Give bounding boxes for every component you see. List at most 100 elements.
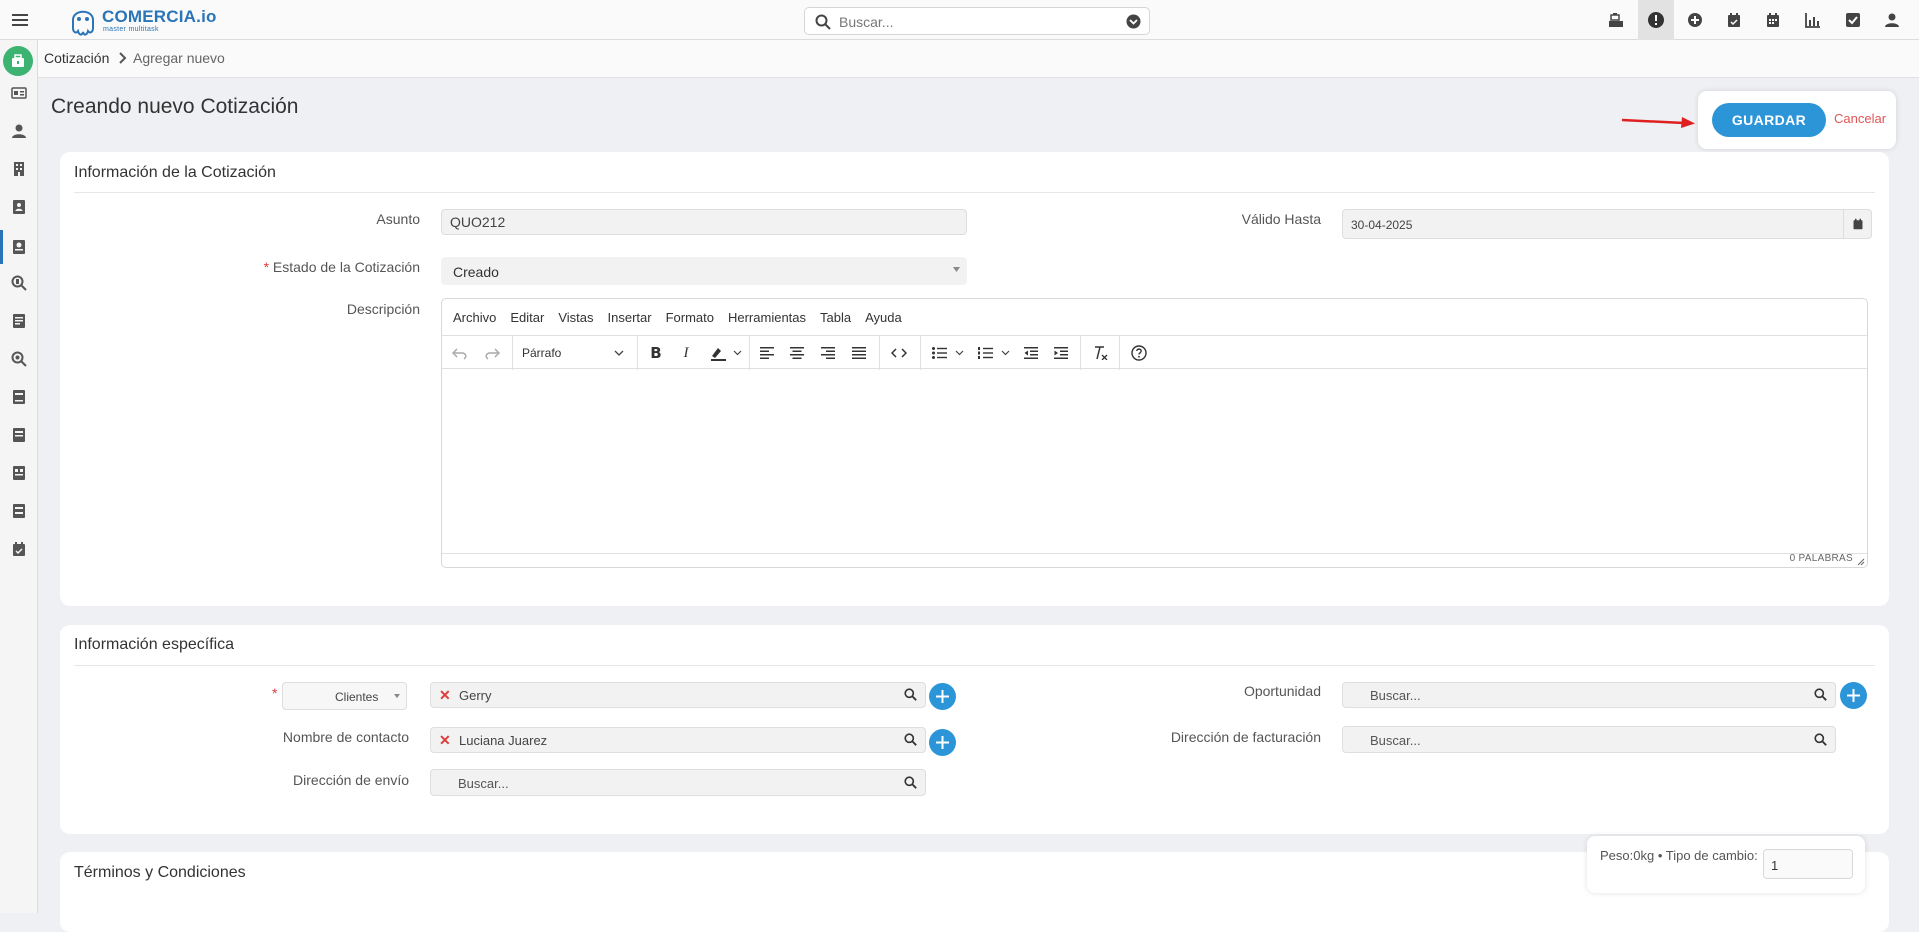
menu-formato[interactable]: Formato [666,310,714,325]
calendar-icon[interactable] [1762,9,1784,31]
toolbar-separator [1080,336,1081,370]
cash-register-icon[interactable] [1605,9,1627,31]
brand-logo[interactable]: COMERCIA.io master multitask [66,2,226,38]
calendar-check-icon[interactable] [1723,9,1745,31]
panel-divider [74,665,1875,666]
global-search-input[interactable]: Buscar... [804,7,1150,35]
calendar-icon[interactable] [1843,210,1871,238]
menu-insertar[interactable]: Insertar [608,310,652,325]
outdent-icon[interactable] [1021,342,1041,364]
sidebar-item-calendar-check-icon[interactable] [8,538,30,560]
weight-text: Peso:0kg • Tipo de cambio: [1600,848,1758,863]
search-icon[interactable] [904,776,917,789]
save-button[interactable]: GUARDAR [1712,103,1826,137]
opportunity-label: Oportunidad [1243,683,1321,699]
status-select[interactable]: Creado [441,257,967,285]
billing-lookup[interactable]: Buscar... [1342,726,1836,753]
sidebar-item-orders-icon[interactable] [8,500,30,522]
required-asterisk: * [272,685,278,701]
subject-label: Asunto [376,211,420,227]
module-home-icon[interactable] [3,46,33,76]
shipping-lookup[interactable]: Buscar... [430,769,926,796]
status-value: Creado [453,264,499,280]
description-label: Descripción [346,301,420,317]
panel-title: Información específica [74,636,235,653]
search-placeholder: Buscar... [839,14,894,30]
sidebar-item-quotes-icon[interactable] [8,236,30,258]
redo-icon[interactable] [482,342,502,364]
add-opportunity-button[interactable] [1840,682,1867,709]
bold-icon[interactable]: B [646,342,666,364]
sidebar-item-search-doc-icon[interactable] [8,272,30,294]
toolbar-separator [749,336,750,370]
clear-x-icon[interactable]: ✕ [439,732,451,749]
italic-icon[interactable]: I [676,342,696,364]
chevron-down-circle-icon[interactable] [1126,14,1141,29]
toolbar-separator [920,336,921,370]
breadcrumb-section[interactable]: Cotización [44,50,109,66]
contact-value: Luciana Juarez [459,733,548,748]
align-left-icon[interactable] [757,342,777,364]
user-icon[interactable] [1881,9,1903,31]
rich-text-editor[interactable]: Archivo Editar Vistas Insertar Formato H… [441,298,1868,568]
breadcrumb-current: Agregar nuevo [133,50,225,66]
help-circle-icon[interactable] [1128,342,1150,364]
related-lookup[interactable]: ✕ Gerry [430,682,926,708]
editor-statusbar: 0 PALABRAS [442,553,1867,567]
dropdown-caret-icon [953,267,960,273]
sidebar-item-book-icon[interactable] [8,386,30,408]
menu-vistas[interactable]: Vistas [558,310,593,325]
alert-icon[interactable] [1645,9,1667,31]
valid-until-label: Válido Hasta [1241,211,1321,227]
opportunity-lookup[interactable]: Buscar... [1342,682,1836,708]
search-icon[interactable] [904,733,917,746]
menu-ayuda[interactable]: Ayuda [865,310,902,325]
panel-divider [74,192,1875,193]
search-icon[interactable] [904,688,917,701]
search-icon[interactable] [1814,688,1827,701]
exchange-rate-input[interactable]: 1 [1763,849,1853,879]
highlight-color-icon[interactable] [706,342,746,364]
add-circle-icon[interactable] [1684,9,1706,31]
sidebar-item-building-icon[interactable] [8,158,30,180]
contact-lookup[interactable]: ✕ Luciana Juarez [430,727,926,753]
add-related-button[interactable] [929,683,956,710]
toolbar-separator [637,336,638,370]
clear-formatting-icon[interactable] [1089,342,1111,364]
sidebar-item-report-icon[interactable] [8,462,30,484]
related-type-select[interactable]: Clientes [282,682,407,710]
search-icon[interactable] [1814,733,1827,746]
align-justify-icon[interactable] [849,342,869,364]
sidebar-item-address-book-icon[interactable] [8,196,30,218]
menu-herramientas[interactable]: Herramientas [728,310,806,325]
sidebar-item-find-icon[interactable] [8,348,30,370]
menu-editar[interactable]: Editar [510,310,544,325]
add-contact-button[interactable] [929,729,956,756]
block-format-select[interactable]: Párrafo [522,342,632,364]
align-right-icon[interactable] [818,342,838,364]
bullet-list-icon[interactable] [930,342,968,364]
resize-handle-icon[interactable] [1857,558,1865,566]
valid-until-input[interactable]: 30-04-2025 [1342,209,1872,239]
clear-x-icon[interactable]: ✕ [439,687,451,704]
panel-title: Información de la Cotización [74,164,276,181]
task-check-icon[interactable] [1842,9,1864,31]
indent-icon[interactable] [1051,342,1071,364]
undo-icon[interactable] [450,342,470,364]
sidebar-item-ledger-icon[interactable] [8,424,30,446]
align-center-icon[interactable] [787,342,807,364]
menu-archivo[interactable]: Archivo [453,310,496,325]
sidebar-item-contacts-icon[interactable] [8,120,30,142]
hamburger-menu-icon[interactable] [9,9,31,31]
cancel-button[interactable]: Cancelar [1834,111,1886,126]
chart-icon[interactable] [1802,9,1824,31]
subject-input[interactable]: QUO212 [441,209,967,235]
code-icon[interactable] [888,342,910,364]
menu-tabla[interactable]: Tabla [820,310,851,325]
sidebar-item-invoice-icon[interactable] [8,310,30,332]
search-icon [815,14,831,30]
numbered-list-icon[interactable] [976,342,1014,364]
sidebar-item-cards-icon[interactable] [8,82,30,104]
word-count: 0 PALABRAS [1789,553,1853,564]
editor-toolbar: Párrafo B I [442,335,1867,370]
